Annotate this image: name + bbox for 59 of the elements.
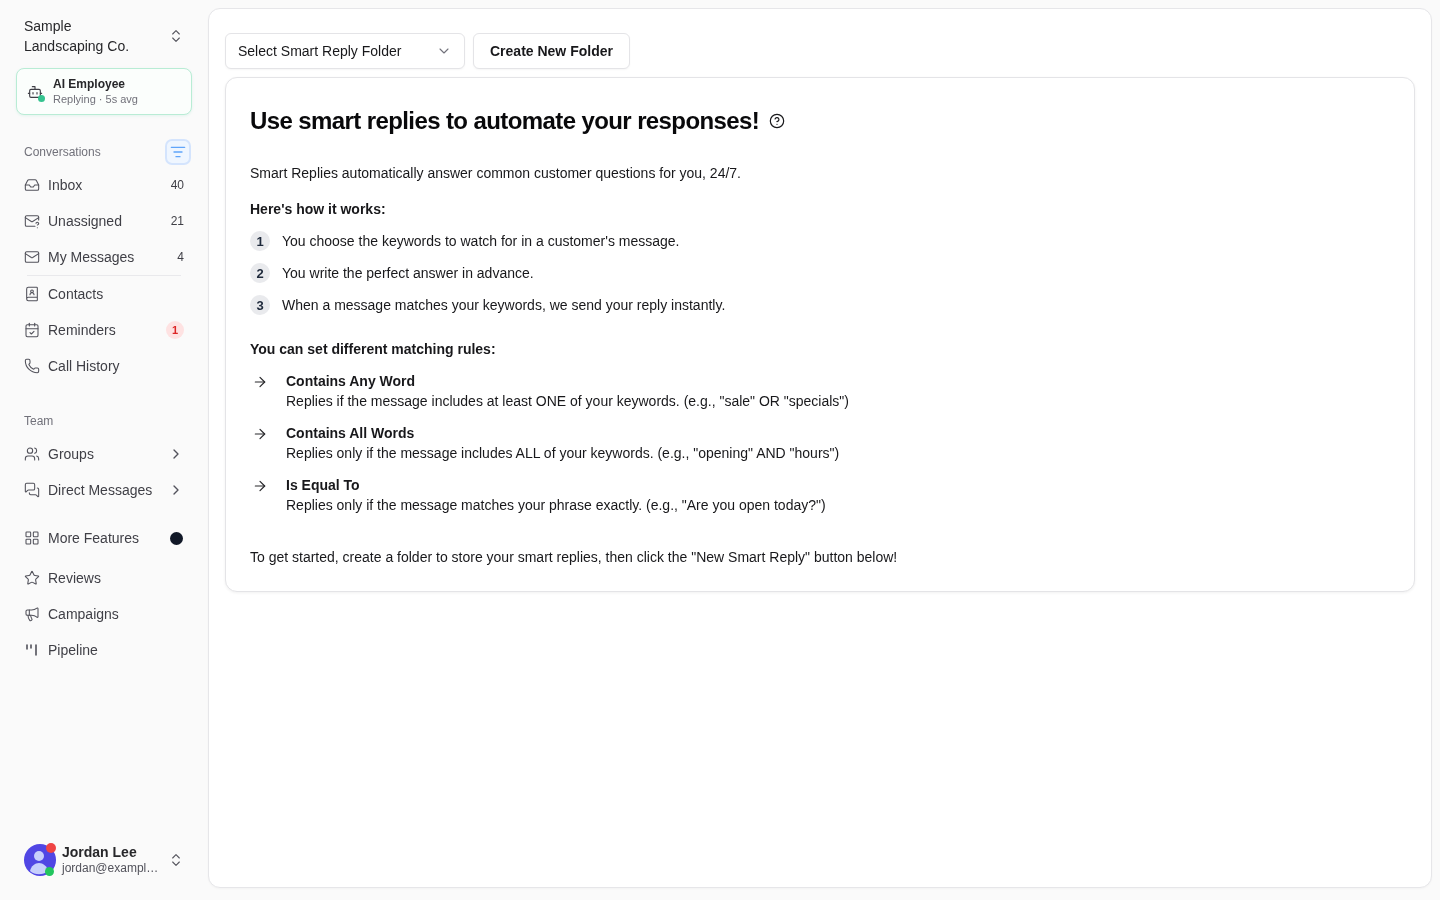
contact-book-icon [24,286,40,302]
rule-name: Contains Any Word [286,372,417,391]
inbox-icon [24,177,40,193]
robot-icon [27,83,43,100]
nav-item[interactable]: Groups [16,436,192,472]
calendar-check-icon [24,322,40,338]
rule-description: Replies if the message includes at least ONE of your keywords. (e.g., "sale" OR "specials") [286,392,850,411]
section-title: Conversations [24,145,101,159]
workspace-name: Sample Landscaping Co. [24,17,131,56]
step-text: When a message matches your keywords, we send your reply instantly. [282,296,726,315]
nav-item[interactable]: Reminders 1 [16,312,192,348]
nav-item[interactable]: Direct Messages [16,472,192,508]
card-title: Use smart replies to automate your responses! [250,106,760,136]
rule-name: Contains All Words [286,424,416,443]
nav-item[interactable]: Contacts [16,276,192,312]
folder-select[interactable]: Select Smart Reply Folder [225,33,465,69]
user-email: jordan@exampl… [62,861,160,876]
nav-item[interactable]: Inbox 40 [16,167,192,203]
create-folder-button[interactable]: Create New Folder [473,33,630,69]
nav-item[interactable]: Campaigns [16,596,192,632]
nav-item[interactable]: Unassigned 21 [16,203,192,239]
message-count: 21 [170,214,184,228]
step-number: 3 [250,295,270,315]
section-title: Team [24,414,54,428]
ai-employee-title: AI Employee [53,77,127,92]
bars-icon [24,642,40,658]
ai-employee-card[interactable]: AI Employee Replying · 5s avg [16,68,192,115]
nav-item[interactable]: Reviews [16,560,192,596]
user-name: Jordan Lee [62,844,138,861]
megaphone-icon [24,606,40,622]
rule-name: Is Equal To [286,476,361,495]
step-number: 2 [250,263,270,283]
dot-icon [170,531,183,545]
nav-item[interactable]: Pipeline [16,632,192,668]
chat-bubbles-icon [24,482,40,498]
footer-text: To get started, create a folder to store your smart replies, then click the "New Smart Reply" button below! [250,548,899,567]
envelope-question-icon [24,213,40,229]
nav-item[interactable]: More Features [16,520,192,556]
filter-icon [170,144,186,160]
step-text: You choose the keywords to watch for in a customer's message. [282,232,680,251]
help-icon[interactable] [769,113,786,129]
star-icon [24,570,40,586]
steps-heading: Here's how it works: [250,200,387,219]
grid-icon [24,530,40,546]
step-number: 1 [250,231,270,251]
message-count: 40 [170,178,184,192]
phone-icon [24,358,40,374]
message-count: 4 [177,250,184,264]
step-text: You write the perfect answer in advance. [282,264,534,283]
ai-employee-status: Replying · 5s avg [53,92,138,106]
rule-description: Replies only if the message includes ALL of your keywords. (e.g., "opening" AND "hours") [286,444,841,463]
rules-heading: You can set different matching rules: [250,340,497,359]
nav-item[interactable]: Call History [16,348,192,384]
envelope-icon [24,249,40,265]
nav-item[interactable]: My Messages 4 [16,239,192,275]
rule-description: Replies only if the message matches your phrase exactly. (e.g., "Are you open today?") [286,496,827,515]
alert-count: 1 [166,321,184,339]
users-icon [24,446,40,462]
intro-text: Smart Replies automatically answer common customer questions for you, 24/7. [250,164,742,183]
